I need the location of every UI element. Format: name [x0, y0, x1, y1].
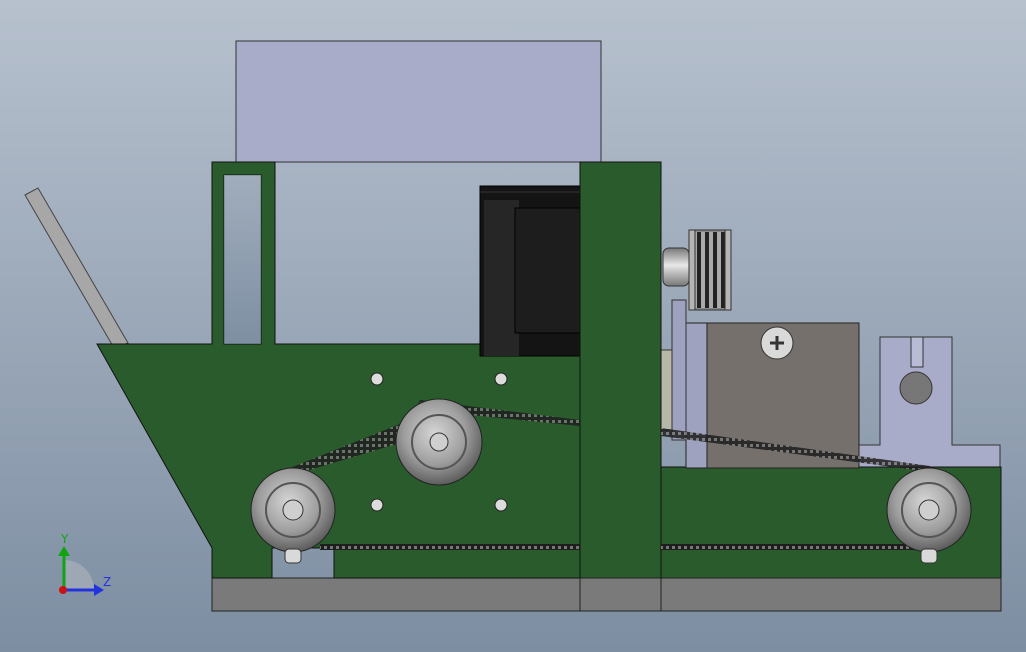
spacer-strip — [659, 349, 673, 431]
triad-z-label: Z — [103, 575, 112, 589]
stepper-motor — [479, 185, 581, 357]
bracket-slot — [910, 336, 924, 368]
screw-head — [760, 326, 794, 360]
cad-model-drawing — [0, 0, 1026, 652]
cad-viewport[interactable]: Y Z — [0, 0, 1026, 652]
triad-y-label: Y — [61, 532, 69, 546]
top-enclosure-box — [235, 40, 602, 163]
center-pulley — [395, 398, 483, 486]
center-green-post — [579, 161, 662, 612]
block-side-plate — [685, 322, 708, 469]
spacer-strip-2 — [671, 299, 687, 441]
bracket-knob — [899, 371, 933, 405]
